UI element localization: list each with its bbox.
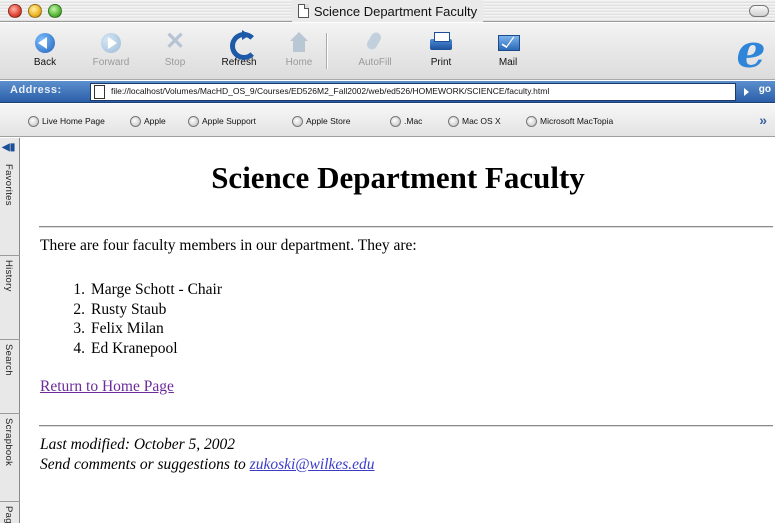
tab-history-label: History: [3, 260, 14, 292]
autofill-icon: [361, 30, 389, 54]
list-item: 4. Ed Kranepool: [63, 339, 222, 359]
window-title-wrap: Science Department Faculty: [0, 0, 775, 22]
list-item: 3. Felix Milan: [63, 319, 222, 339]
title-bar: Science Department Faculty: [0, 0, 775, 22]
home-icon: [285, 30, 313, 54]
list-number: 2.: [73, 300, 85, 318]
favorite-globe-icon: [448, 115, 459, 127]
favorite-globe-icon: [130, 115, 141, 127]
favorite-globe-icon: [390, 115, 401, 127]
favorite-mac-os-x[interactable]: Mac OS X: [448, 114, 501, 128]
page-icon: [94, 85, 105, 99]
stop-label: Stop: [164, 57, 186, 68]
tab-favorites[interactable]: Favorites: [0, 160, 20, 256]
page-content: Science Department Faculty There are fou…: [21, 138, 775, 523]
go-button[interactable]: go: [739, 84, 773, 100]
home-label: Home: [285, 57, 313, 68]
comments-prefix: Send comments or suggestions to: [40, 456, 250, 473]
favorite-globe-icon: [526, 115, 537, 127]
faculty-name: Rusty Staub: [91, 300, 167, 318]
print-button[interactable]: Print: [414, 26, 468, 78]
list-number: 4.: [73, 339, 85, 357]
favorite-apple-support[interactable]: Apple Support: [188, 114, 256, 128]
favorite-globe-icon: [28, 115, 39, 127]
favorites-bar: Live Home Page Apple Apple Support Apple…: [0, 104, 775, 137]
home-button[interactable]: Home: [272, 26, 326, 78]
intro-text: There are four faculty members in our de…: [40, 237, 417, 254]
autofill-label: AutoFill: [358, 57, 392, 68]
tab-page-holder-label: Pag: [3, 506, 14, 523]
favorites-more-chevron-icon[interactable]: »: [759, 112, 767, 128]
faculty-name: Marge Schott - Chair: [91, 281, 223, 298]
list-item: 2. Rusty Staub: [63, 300, 222, 320]
favorite-label: .Mac: [404, 116, 423, 126]
toolbar-separator: [326, 33, 328, 69]
tab-history[interactable]: History: [0, 256, 20, 340]
forward-arrow-icon: [97, 30, 125, 54]
favorite-live-home-page[interactable]: Live Home Page: [28, 114, 105, 128]
stop-x-icon: ✕: [164, 28, 186, 55]
back-arrow-icon: [31, 30, 59, 54]
faculty-name: Felix Milan: [91, 320, 164, 337]
mail-label: Mail: [498, 57, 518, 68]
refresh-button[interactable]: Refresh: [212, 26, 266, 78]
favorite-dotmac[interactable]: .Mac: [390, 114, 422, 128]
refresh-icon: [225, 30, 258, 60]
stop-button[interactable]: ✕ Stop: [148, 26, 202, 78]
favorite-label: Apple: [144, 116, 166, 126]
comments-line: Send comments or suggestions to zukoski@…: [40, 456, 375, 474]
mail-button[interactable]: Mail: [481, 26, 535, 78]
address-url: file://localhost/Volumes/MacHD_OS_9/Cour…: [111, 86, 550, 96]
faculty-list: 1. Marge Schott - Chair 2. Rusty Staub 3…: [63, 280, 222, 358]
explorer-sidebar: ◀▮ Favorites History Search Scrapbook Pa…: [0, 138, 20, 523]
tab-favorites-label: Favorites: [3, 164, 14, 206]
favorite-apple-store[interactable]: Apple Store: [292, 114, 350, 128]
tab-search[interactable]: Search: [0, 340, 20, 414]
favorite-label: Mac OS X: [462, 116, 501, 126]
horizontal-rule: [39, 226, 773, 228]
window-title: Science Department Faculty: [313, 3, 478, 19]
address-label: Address:: [10, 84, 62, 96]
sidebar-toggle-icon[interactable]: ◀▮: [2, 142, 16, 156]
toolbar-toggle-button[interactable]: [749, 5, 769, 17]
forward-button[interactable]: Forward: [84, 26, 138, 78]
tab-scrapbook-label: Scrapbook: [3, 418, 14, 467]
autofill-button[interactable]: AutoFill: [348, 26, 402, 78]
back-button[interactable]: Back: [18, 26, 72, 78]
favorite-apple[interactable]: Apple: [130, 114, 166, 128]
document-icon: [297, 4, 309, 18]
window-title-group: Science Department Faculty: [291, 0, 484, 22]
address-bar: Address: file://localhost/Volumes/MacHD_…: [0, 81, 775, 103]
print-label: Print: [430, 57, 452, 68]
list-item: 1. Marge Schott - Chair: [63, 280, 222, 300]
return-home-link[interactable]: Return to Home Page: [40, 378, 174, 396]
address-input[interactable]: file://localhost/Volumes/MacHD_OS_9/Cour…: [90, 83, 736, 101]
back-label: Back: [33, 57, 57, 68]
favorite-label: Microsoft MacTopia: [540, 116, 614, 126]
internet-explorer-logo-icon: e: [736, 24, 766, 78]
favorite-globe-icon: [292, 115, 303, 127]
email-link[interactable]: zukoski@wilkes.edu: [250, 456, 375, 473]
tab-search-label: Search: [3, 344, 14, 376]
favorite-label: Apple Support: [202, 116, 256, 126]
faculty-name: Ed Kranepool: [91, 339, 178, 357]
printer-icon: [427, 30, 455, 54]
page-title: Science Department Faculty: [211, 160, 585, 195]
list-number: 3.: [73, 320, 85, 337]
list-number: 1.: [73, 281, 85, 298]
favorite-microsoft-mactopia[interactable]: Microsoft MacTopia: [526, 114, 613, 128]
browser-toolbar: Back Forward ✕ Stop Refresh Home AutoFil…: [0, 23, 775, 80]
mail-icon: [494, 30, 522, 54]
horizontal-rule: [39, 425, 773, 427]
forward-label: Forward: [92, 57, 130, 68]
favorite-globe-icon: [188, 115, 199, 127]
tab-page-holder[interactable]: Pag: [0, 502, 20, 523]
favorite-label: Apple Store: [306, 116, 351, 126]
favorite-label: Live Home Page: [42, 116, 105, 126]
last-modified-text: Last modified: October 5, 2002: [40, 436, 236, 453]
tab-scrapbook[interactable]: Scrapbook: [0, 414, 20, 502]
